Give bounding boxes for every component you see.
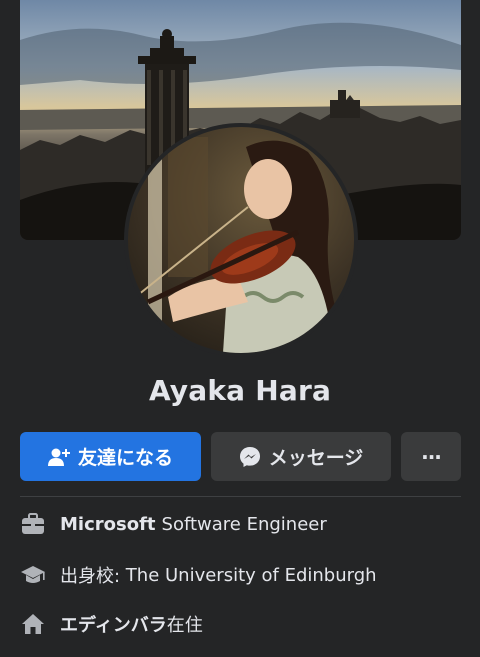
message-button[interactable]: メッセージ <box>211 432 391 481</box>
message-label: メッセージ <box>268 447 364 469</box>
profile-name: Ayaka Hara <box>148 374 332 407</box>
education-prefix: 出身校: <box>60 566 126 587</box>
graduation-cap-icon <box>20 563 46 587</box>
profile-avatar[interactable] <box>128 127 354 353</box>
add-friend-icon <box>47 447 70 467</box>
residence-suffix: 在住 <box>166 615 203 636</box>
education-school[interactable]: The University of Edinburgh <box>126 565 377 586</box>
add-friend-button[interactable]: 友達になる <box>20 432 201 481</box>
more-options-button[interactable]: ··· <box>401 432 461 481</box>
intro-work-row: Microsoft Software Engineer <box>20 512 327 536</box>
home-icon <box>20 612 46 636</box>
work-company[interactable]: Microsoft <box>60 514 156 535</box>
briefcase-icon <box>20 512 46 536</box>
avatar-image <box>137 127 338 353</box>
work-title: Software Engineer <box>161 513 327 535</box>
more-icon: ··· <box>421 444 442 469</box>
intro-residence-row: エディンバラ 在住 <box>20 611 203 637</box>
residence-place[interactable]: エディンバラ <box>60 611 167 637</box>
intro-education-row: 出身校: The University of Edinburgh <box>20 562 377 588</box>
add-friend-label: 友達になる <box>77 447 173 469</box>
divider <box>20 496 461 497</box>
messenger-icon <box>239 446 261 468</box>
